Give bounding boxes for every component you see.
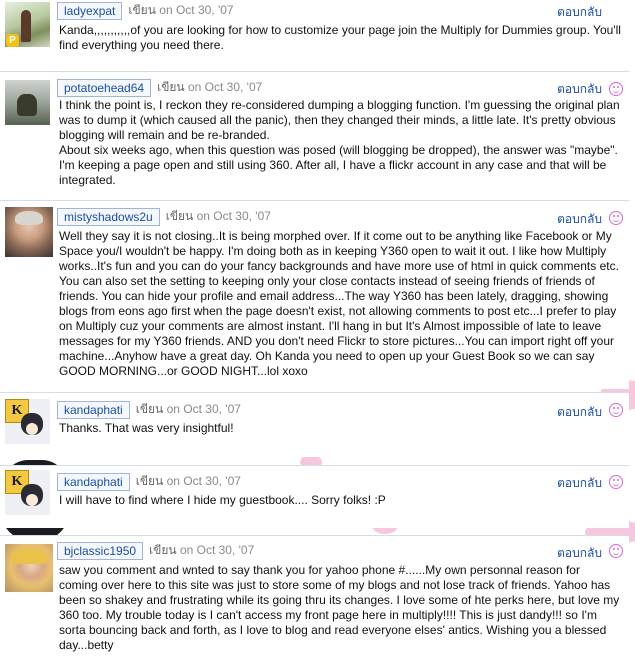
comment-item: P ladyexpat เขียน on Oct 30, '07 ตอบกลับ… <box>0 0 629 65</box>
comment-body: Well they say it is not closing..It is b… <box>59 229 619 378</box>
reply-link[interactable]: ตอบกลับ <box>557 403 602 422</box>
avatar[interactable]: P <box>5 2 50 47</box>
author-link[interactable]: kandaphati <box>57 472 130 491</box>
reply-link[interactable]: ตอบกลับ <box>557 474 602 493</box>
author-link[interactable]: ladyexpat <box>57 1 123 20</box>
comment-item: bjclassic1950 เขียน on Oct 30, '07 ตอบกล… <box>0 535 629 668</box>
avatar[interactable] <box>5 544 53 592</box>
comment-date: on Oct 30, '07 <box>179 543 255 557</box>
comment-item: mistyshadows2u เขียน on Oct 30, '07 ตอบก… <box>0 200 629 389</box>
smiley-icon[interactable] <box>609 475 623 489</box>
comment-body: Thanks. That was very insightful! <box>59 421 234 435</box>
said-label: เขียน <box>149 543 177 557</box>
avatar[interactable] <box>5 207 53 257</box>
comment-body: saw you comment and wnted to say thank y… <box>59 563 620 652</box>
avatar[interactable] <box>5 80 50 125</box>
reply-link[interactable]: ตอบกลับ <box>557 80 602 99</box>
reply-link[interactable]: ตอบกลับ <box>557 3 602 22</box>
author-link[interactable]: mistyshadows2u <box>57 207 160 226</box>
smiley-icon[interactable] <box>609 211 623 225</box>
said-label: เขียน <box>135 402 164 416</box>
comment-date: on Oct 30, '07 <box>166 402 241 416</box>
comment-item: K kandaphati เขียน on Oct 30, '07 ตอบกลั… <box>0 392 629 457</box>
smiley-icon[interactable] <box>609 544 623 558</box>
reply-link[interactable]: ตอบกลับ <box>557 544 602 563</box>
comment-date: on Oct 30, '07 <box>187 80 263 94</box>
premium-badge-icon: P <box>6 34 19 47</box>
comment-date: on Oct 30, '07 <box>166 474 241 488</box>
avatar[interactable]: K <box>5 399 50 444</box>
comment-item: potatoehead64 เขียน on Oct 30, '07 ตอบกล… <box>0 71 629 194</box>
said-label: เขียน <box>135 474 164 488</box>
author-link[interactable]: potatoehead64 <box>57 78 152 97</box>
avatar[interactable]: K <box>5 470 50 515</box>
comment-body: Kanda,,,,,,,,,,,of you are looking for h… <box>59 23 621 52</box>
author-link[interactable]: bjclassic1950 <box>57 541 144 560</box>
said-label: เขียน <box>157 80 185 94</box>
comment-body: I think the point is, I reckon they re-c… <box>59 98 620 187</box>
comment-date: on Oct 30, '07 <box>159 3 234 17</box>
author-link[interactable]: kandaphati <box>57 400 130 419</box>
smiley-icon[interactable] <box>609 82 623 96</box>
reply-link[interactable]: ตอบกลับ <box>557 210 602 229</box>
smiley-icon[interactable] <box>609 403 623 417</box>
said-label: เขียน <box>128 3 156 17</box>
comment-date: on Oct 30, '07 <box>196 209 271 223</box>
comment-body: I will have to find where I hide my gues… <box>59 493 386 507</box>
said-label: เขียน <box>165 209 194 223</box>
comment-item: K kandaphati เขียน on Oct 30, '07 ตอบกลั… <box>0 465 629 528</box>
